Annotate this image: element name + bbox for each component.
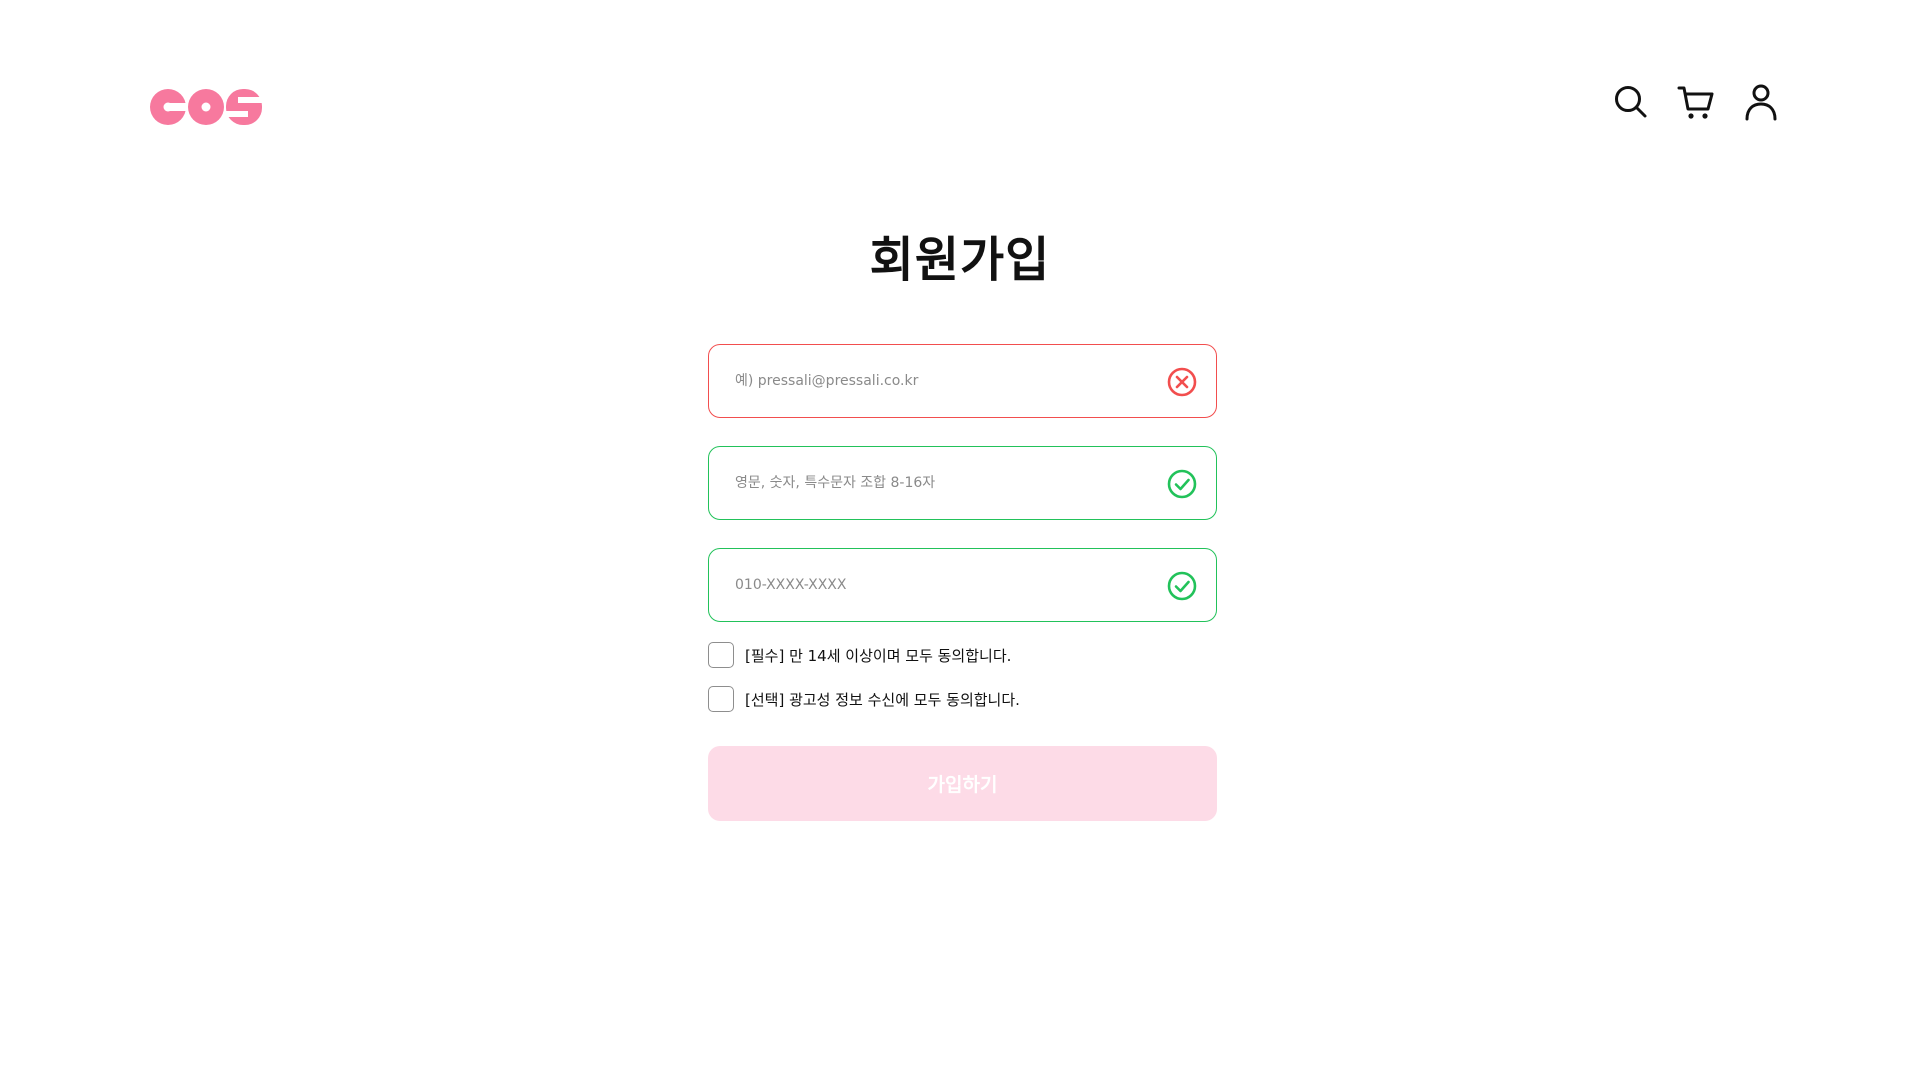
consent-required-checkbox[interactable] — [708, 642, 734, 668]
header — [0, 0, 1920, 200]
search-icon[interactable] — [1610, 82, 1652, 122]
password-field — [708, 446, 1217, 520]
cart-icon[interactable] — [1675, 82, 1717, 122]
phone-input[interactable] — [735, 549, 1135, 621]
consent-required-row: [필수] 만 14세 이상이며 모두 동의합니다. — [708, 640, 1011, 670]
consent-marketing-checkbox[interactable] — [708, 686, 734, 712]
password-input[interactable] — [735, 447, 1135, 519]
cos-logo[interactable] — [150, 88, 262, 126]
email-field — [708, 344, 1217, 418]
valid-check-icon — [1167, 571, 1197, 601]
consent-required-label: [필수] 만 14세 이상이며 모두 동의합니다. — [745, 646, 1012, 665]
consent-marketing-label: [선택] 광고성 정보 수신에 모두 동의합니다. — [745, 690, 1020, 709]
header-nav — [1610, 82, 1782, 122]
user-icon[interactable] — [1740, 82, 1782, 122]
signup-submit-button[interactable]: 가입하기 — [708, 746, 1217, 821]
email-input[interactable] — [735, 345, 1135, 417]
phone-field — [708, 548, 1217, 622]
page-title: 회원가입 — [869, 232, 1051, 288]
consent-marketing-row: [선택] 광고성 정보 수신에 모두 동의합니다. — [708, 684, 1020, 714]
valid-check-icon — [1167, 469, 1197, 499]
error-x-icon[interactable] — [1167, 367, 1197, 397]
